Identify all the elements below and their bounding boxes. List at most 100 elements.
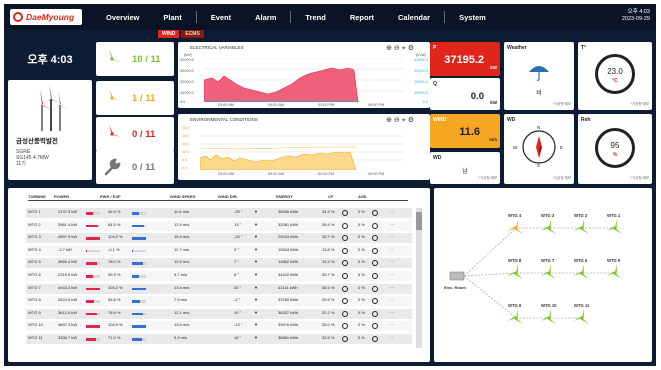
gear-icon[interactable]: ⚙ bbox=[408, 45, 416, 52]
row-more-icon[interactable]: ··· bbox=[390, 310, 394, 315]
turbine-node-icon[interactable] bbox=[573, 309, 589, 326]
turbine-node-icon[interactable] bbox=[573, 219, 589, 236]
turbine-node-icon[interactable] bbox=[606, 264, 622, 281]
table-scrollbar[interactable] bbox=[416, 208, 422, 348]
turbine-node-icon[interactable] bbox=[540, 219, 556, 236]
turbine-node-icon[interactable] bbox=[540, 309, 556, 326]
table-row[interactable]: WTG 10 4897.3 kW 104.9 % 13.5 m/s -13 ° ▼ 3947… bbox=[26, 321, 412, 332]
y-tick: 20.0 bbox=[182, 134, 190, 138]
tab-wind[interactable]: WIND bbox=[158, 30, 180, 38]
scrollbar-thumb[interactable] bbox=[416, 212, 422, 230]
pwr-exp-bar-fill bbox=[132, 212, 139, 215]
power-bar bbox=[86, 275, 100, 278]
power-bar-fill bbox=[86, 300, 94, 303]
col-avb[interactable]: AVB bbox=[358, 194, 366, 199]
turbine-node-icon[interactable] bbox=[507, 219, 523, 236]
turbine-node-icon[interactable] bbox=[507, 264, 523, 281]
turbine-node-icon[interactable] bbox=[507, 309, 523, 326]
tab-ecms[interactable]: ECMS bbox=[181, 30, 204, 38]
table-row[interactable]: WTG 3 4897.9 kW 104.2 % 15.4 m/s -24 ° ▼ 29043… bbox=[26, 233, 412, 244]
nav-overview[interactable]: Overview bbox=[94, 13, 151, 22]
zoom-out-icon[interactable]: ⊖ bbox=[394, 45, 402, 52]
power-bar-fill bbox=[86, 249, 87, 253]
table-row[interactable]: WTG 5 3666.4 kW 78.0 % 10.3 m/s 7 ° ▼ 14882 kW… bbox=[26, 258, 412, 269]
turbine-yellow-icon bbox=[105, 89, 121, 105]
row-more-icon[interactable]: ··· bbox=[390, 272, 394, 277]
status-maintenance[interactable]: 0 / 11 bbox=[96, 150, 174, 184]
power-bar bbox=[86, 262, 100, 265]
turbine-node-icon[interactable] bbox=[573, 264, 589, 281]
table-row[interactable]: WTG 8 2624.6 kW 55.8 % 7.9 m/s -2 ° ▼ 33760 kW… bbox=[26, 296, 412, 307]
zoom-in-icon[interactable]: ⊕ bbox=[386, 117, 394, 124]
cf-gauge-icon bbox=[342, 247, 348, 254]
nav-trend[interactable]: Trend bbox=[293, 13, 337, 22]
table-row[interactable]: WTG 4 -2.7 kW -0.1 % 11.7 m/s 3 ° ▼ 15534 kWh 1… bbox=[26, 245, 412, 256]
nav-system[interactable]: System bbox=[447, 13, 498, 22]
brand-logo[interactable]: DaeMyoung bbox=[10, 9, 82, 25]
elec-room-box[interactable] bbox=[449, 271, 465, 281]
wind-direction-text-tile: WD 남 *기상청 예보 bbox=[430, 152, 500, 184]
nav-event[interactable]: Event bbox=[199, 13, 243, 22]
nav-report[interactable]: Report bbox=[338, 13, 386, 22]
table-row[interactable]: WTG 9 3612.9 kW 76.9 % 12.1 m/s 10 ° ▼ 36337 k… bbox=[26, 308, 412, 319]
cf-cell: 32.6 % bbox=[322, 335, 335, 340]
wind-dir-cell: 6 ° bbox=[234, 272, 239, 277]
status-fault[interactable]: 0 / 11 bbox=[96, 117, 174, 151]
zoom-in-icon[interactable]: ⊕ bbox=[386, 45, 394, 52]
row-more-icon[interactable]: ··· bbox=[390, 259, 394, 264]
cf-gauge-icon bbox=[342, 323, 348, 330]
turbine-node-icon[interactable] bbox=[606, 219, 622, 236]
power-value: 37195.2 bbox=[444, 54, 484, 66]
wind-dir-arrow-icon: ▼ bbox=[254, 259, 258, 265]
row-more-icon[interactable]: ··· bbox=[390, 234, 394, 239]
nav-divider bbox=[195, 11, 197, 23]
cable-line bbox=[463, 272, 615, 277]
turbine-name: WTG 2 bbox=[28, 221, 41, 227]
energy-cell: 36337 kWh bbox=[278, 309, 299, 315]
col-pwr-exp[interactable]: PWR / EXP bbox=[100, 194, 121, 199]
nav-calendar[interactable]: Calendar bbox=[386, 13, 442, 22]
col-energy[interactable]: ENERGY bbox=[276, 194, 293, 199]
y-tick: 40000.0 bbox=[180, 58, 194, 62]
power-label: P bbox=[433, 45, 437, 51]
x-tick: 03:00 PM bbox=[318, 172, 335, 176]
temperature-value: 23.0 bbox=[607, 67, 623, 76]
row-more-icon[interactable]: ··· bbox=[390, 335, 394, 340]
table-row[interactable]: WTG 1 2197.3 kW 46.9 % 11.6 m/s -29 ° ▼ 38096 … bbox=[26, 208, 412, 218]
environmental-plot[interactable] bbox=[200, 128, 404, 170]
nav-alarm[interactable]: Alarm bbox=[243, 13, 288, 22]
col-power[interactable]: POWER bbox=[54, 194, 69, 199]
nav-plant[interactable]: Plant bbox=[151, 13, 193, 22]
row-more-icon[interactable]: ··· bbox=[390, 222, 394, 227]
col-turbine[interactable]: TURBINE bbox=[28, 194, 46, 199]
col-cf[interactable]: CF bbox=[328, 194, 333, 199]
turbine-node-label: WTG 2 bbox=[574, 213, 588, 218]
reactive-power-value: 0.0 bbox=[470, 91, 484, 102]
power-bar bbox=[86, 224, 100, 228]
energy-cell: 14882 kWh bbox=[278, 259, 299, 265]
zoom-out-icon[interactable]: ⊖ bbox=[394, 117, 402, 124]
pwr-exp-cell: 46.9 % bbox=[108, 209, 121, 214]
col-wind-speed[interactable]: WIND SPEED bbox=[170, 194, 195, 199]
col-wind-dir[interactable]: WIND DIR. bbox=[218, 194, 238, 199]
wind-tile: WIND 11.6 m/s bbox=[430, 114, 500, 148]
row-more-icon[interactable]: ··· bbox=[390, 209, 394, 214]
electrical-plot[interactable] bbox=[204, 58, 404, 102]
row-more-icon[interactable]: ··· bbox=[390, 247, 394, 252]
energy-cell: 29043 kWh bbox=[278, 234, 299, 240]
row-more-icon[interactable]: ··· bbox=[390, 297, 394, 302]
table-row[interactable]: WTG 11 3336.7 kW 71.0 % 9.9 m/s 16 ° ▼ 36881 k… bbox=[26, 334, 412, 344]
gear-icon[interactable]: ⚙ bbox=[408, 117, 416, 124]
row-more-icon[interactable]: ··· bbox=[390, 285, 394, 290]
row-more-icon[interactable]: ··· bbox=[390, 322, 394, 327]
status-running[interactable]: 10 / 11 bbox=[96, 42, 174, 76]
wind-dir-arrow-icon: ▼ bbox=[254, 309, 258, 315]
status-warning[interactable]: 1 / 11 bbox=[96, 81, 174, 115]
electrical-chart-panel: ELECTRICAL VARIABLES ⊕⊖⌖⚙ [kW] [kVar] 40… bbox=[178, 42, 430, 108]
electrical-chart-title: ELECTRICAL VARIABLES bbox=[190, 45, 244, 50]
table-row[interactable]: WTG 2 3961.4 kW 84.5 % 12.9 m/s 13 ° ▼ 32081 k… bbox=[26, 220, 412, 231]
table-row[interactable]: WTG 7 4943.2 kW 105.2 % 13.6 m/s 20 ° ▼ 41114 … bbox=[26, 283, 412, 294]
table-row[interactable]: WTG 6 2319.9 kW 49.3 % 9.7 m/s 6 ° ▼ 34422 kWh… bbox=[26, 271, 412, 281]
turbine-node-icon[interactable] bbox=[540, 264, 556, 281]
reactive-power-tile: Q 0.0 kW bbox=[430, 78, 500, 110]
